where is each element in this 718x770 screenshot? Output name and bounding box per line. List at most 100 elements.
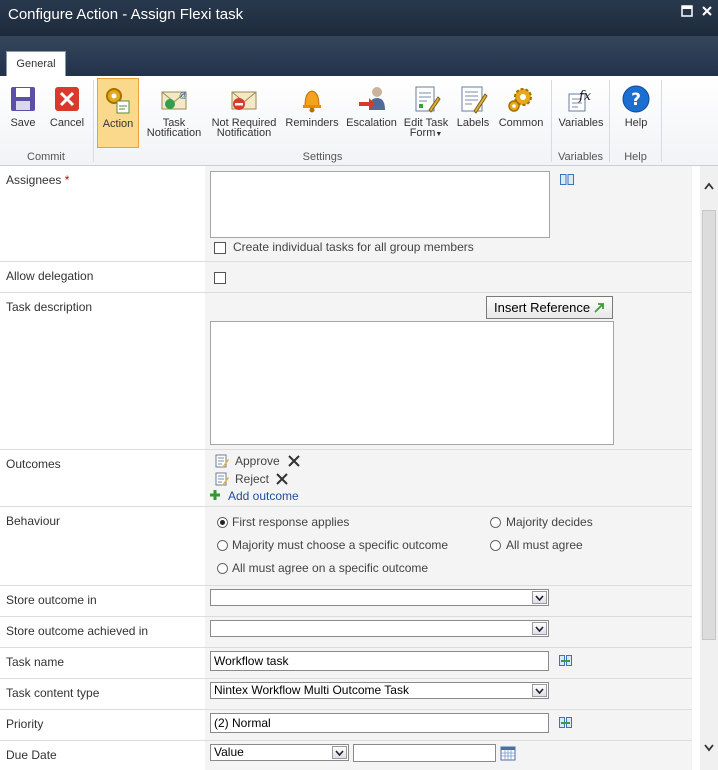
close-icon[interactable] <box>700 4 714 18</box>
store-outcome-achieved-label: Store outcome achieved in <box>6 624 149 638</box>
chevron-down-icon: ▼ <box>435 131 443 138</box>
insert-reference-button[interactable]: Insert Reference <box>486 296 613 319</box>
behaviour-label: Behaviour <box>6 514 61 528</box>
vertical-scrollbar[interactable] <box>700 166 718 770</box>
labels-icon <box>461 86 488 114</box>
delete-icon[interactable] <box>288 455 300 467</box>
save-icon <box>11 87 35 111</box>
group-label-variables: Variables <box>557 151 604 163</box>
store-outcome-select[interactable] <box>210 589 549 606</box>
priority-row: Priority (2) Normal <box>0 710 692 741</box>
task-description-label: Task description <box>6 300 93 314</box>
group-separator <box>93 80 94 162</box>
add-outcome-label: Add outcome <box>228 489 299 503</box>
task-description-row: Task description Insert Reference <box>0 293 692 450</box>
task-notification-button[interactable]: @ Task Notification <box>143 78 205 148</box>
allow-delegation-checkbox[interactable] <box>214 272 226 284</box>
group-separator <box>661 80 662 162</box>
form-panel: Assignees * Create individual tasks for … <box>0 166 700 770</box>
store-outcome-label: Store outcome in <box>6 593 97 607</box>
chevron-up-icon[interactable] <box>704 182 714 190</box>
radio-first-response[interactable] <box>217 517 228 528</box>
all-must-agree-label: All must agree <box>506 538 583 552</box>
group-label-help: Help <box>624 151 647 163</box>
task-description-textarea[interactable] <box>210 321 614 445</box>
reminders-button[interactable]: Reminders <box>283 78 341 148</box>
create-individual-tasks-checkbox[interactable] <box>214 242 226 254</box>
task-name-input[interactable]: Workflow task <box>210 651 549 671</box>
store-outcome-achieved-row: Store outcome achieved in <box>0 617 692 648</box>
ribbon-tab-strip <box>0 36 718 76</box>
radio-all-agree-specific[interactable] <box>217 563 228 574</box>
arrow-up-right-icon <box>594 303 604 313</box>
allow-delegation-row: Allow delegation <box>0 262 692 293</box>
calendar-icon[interactable] <box>500 746 516 761</box>
due-date-row: Due Date Value <box>0 741 692 770</box>
task-content-type-row: Task content type Nintex Workflow Multi … <box>0 679 692 710</box>
assignees-input[interactable] <box>210 171 550 238</box>
chevron-down-icon[interactable] <box>332 746 347 759</box>
task-name-row: Task name Workflow task <box>0 648 692 679</box>
labels-button[interactable]: Labels <box>453 78 493 148</box>
assignees-label: Assignees * <box>6 173 70 187</box>
help-button[interactable]: ? Help <box>613 78 659 148</box>
group-label-settings: Settings <box>302 151 343 163</box>
scrollbar-thumb[interactable] <box>702 210 716 640</box>
majority-decides-label: Majority decides <box>506 515 593 529</box>
window-title: Configure Action - Assign Flexi task <box>8 6 244 23</box>
delete-icon[interactable] <box>276 473 288 485</box>
due-date-type-select[interactable]: Value <box>210 744 349 761</box>
tab-general[interactable]: General <box>6 51 66 76</box>
edit-icon[interactable] <box>215 472 229 486</box>
group-separator <box>609 80 610 162</box>
svg-text:?: ? <box>631 90 641 110</box>
maximize-icon[interactable] <box>680 4 694 18</box>
behaviour-row: Behaviour First response applies Majorit… <box>0 507 692 586</box>
all-agree-specific-label: All must agree on a specific outcome <box>232 561 429 575</box>
escalation-button[interactable]: Escalation <box>343 78 400 148</box>
task-name-label: Task name <box>6 655 65 669</box>
save-button[interactable]: Save <box>2 78 44 148</box>
group-separator <box>551 80 552 162</box>
title-bar: Configure Action - Assign Flexi task <box>0 0 718 36</box>
cancel-icon <box>55 87 79 111</box>
outcome-reject-label: Reject <box>235 472 270 486</box>
lookup-icon[interactable] <box>558 654 573 667</box>
variables-button[interactable]: fx Variables <box>554 78 608 148</box>
gear-icon <box>508 88 532 112</box>
due-date-input[interactable] <box>353 744 496 762</box>
allow-delegation-label: Allow delegation <box>6 269 94 283</box>
escalation-icon <box>358 87 385 110</box>
store-outcome-achieved-select[interactable] <box>210 620 549 637</box>
radio-majority-decides[interactable] <box>490 517 501 528</box>
first-response-label: First response applies <box>232 515 350 529</box>
common-button[interactable]: Common <box>495 78 547 148</box>
chevron-down-icon[interactable] <box>532 622 547 635</box>
cancel-button[interactable]: Cancel <box>46 78 88 148</box>
address-book-icon[interactable] <box>559 173 575 186</box>
radio-all-must-agree[interactable] <box>490 540 501 551</box>
gears-icon <box>106 88 130 114</box>
not-required-notification-button[interactable]: Not Required Notification <box>208 78 280 148</box>
create-individual-tasks-label: Create individual tasks for all group me… <box>233 240 474 254</box>
assignees-row: Assignees * Create individual tasks for … <box>0 166 692 262</box>
email-icon: @ <box>161 91 187 110</box>
edit-task-form-button[interactable]: Edit Task Form▼ <box>401 78 451 148</box>
outcomes-row: Outcomes Approve Reject Add outcome <box>0 450 692 507</box>
svg-text:fx: fx <box>578 89 592 104</box>
email-blocked-icon <box>231 91 257 110</box>
chevron-down-icon[interactable] <box>704 744 714 752</box>
chevron-down-icon[interactable] <box>532 684 547 697</box>
form-edit-icon <box>415 86 441 113</box>
lookup-icon[interactable] <box>558 716 573 729</box>
edit-icon[interactable] <box>215 454 229 468</box>
radio-majority-specific[interactable] <box>217 540 228 551</box>
group-label-commit: Commit <box>27 151 65 163</box>
bell-icon <box>303 90 321 113</box>
priority-input[interactable]: (2) Normal <box>210 713 549 733</box>
chevron-down-icon[interactable] <box>532 591 547 604</box>
action-button[interactable]: Action <box>97 78 139 148</box>
plus-icon <box>210 490 220 500</box>
task-content-type-select[interactable]: Nintex Workflow Multi Outcome Task <box>210 682 549 699</box>
majority-specific-label: Majority must choose a specific outcome <box>232 538 449 552</box>
